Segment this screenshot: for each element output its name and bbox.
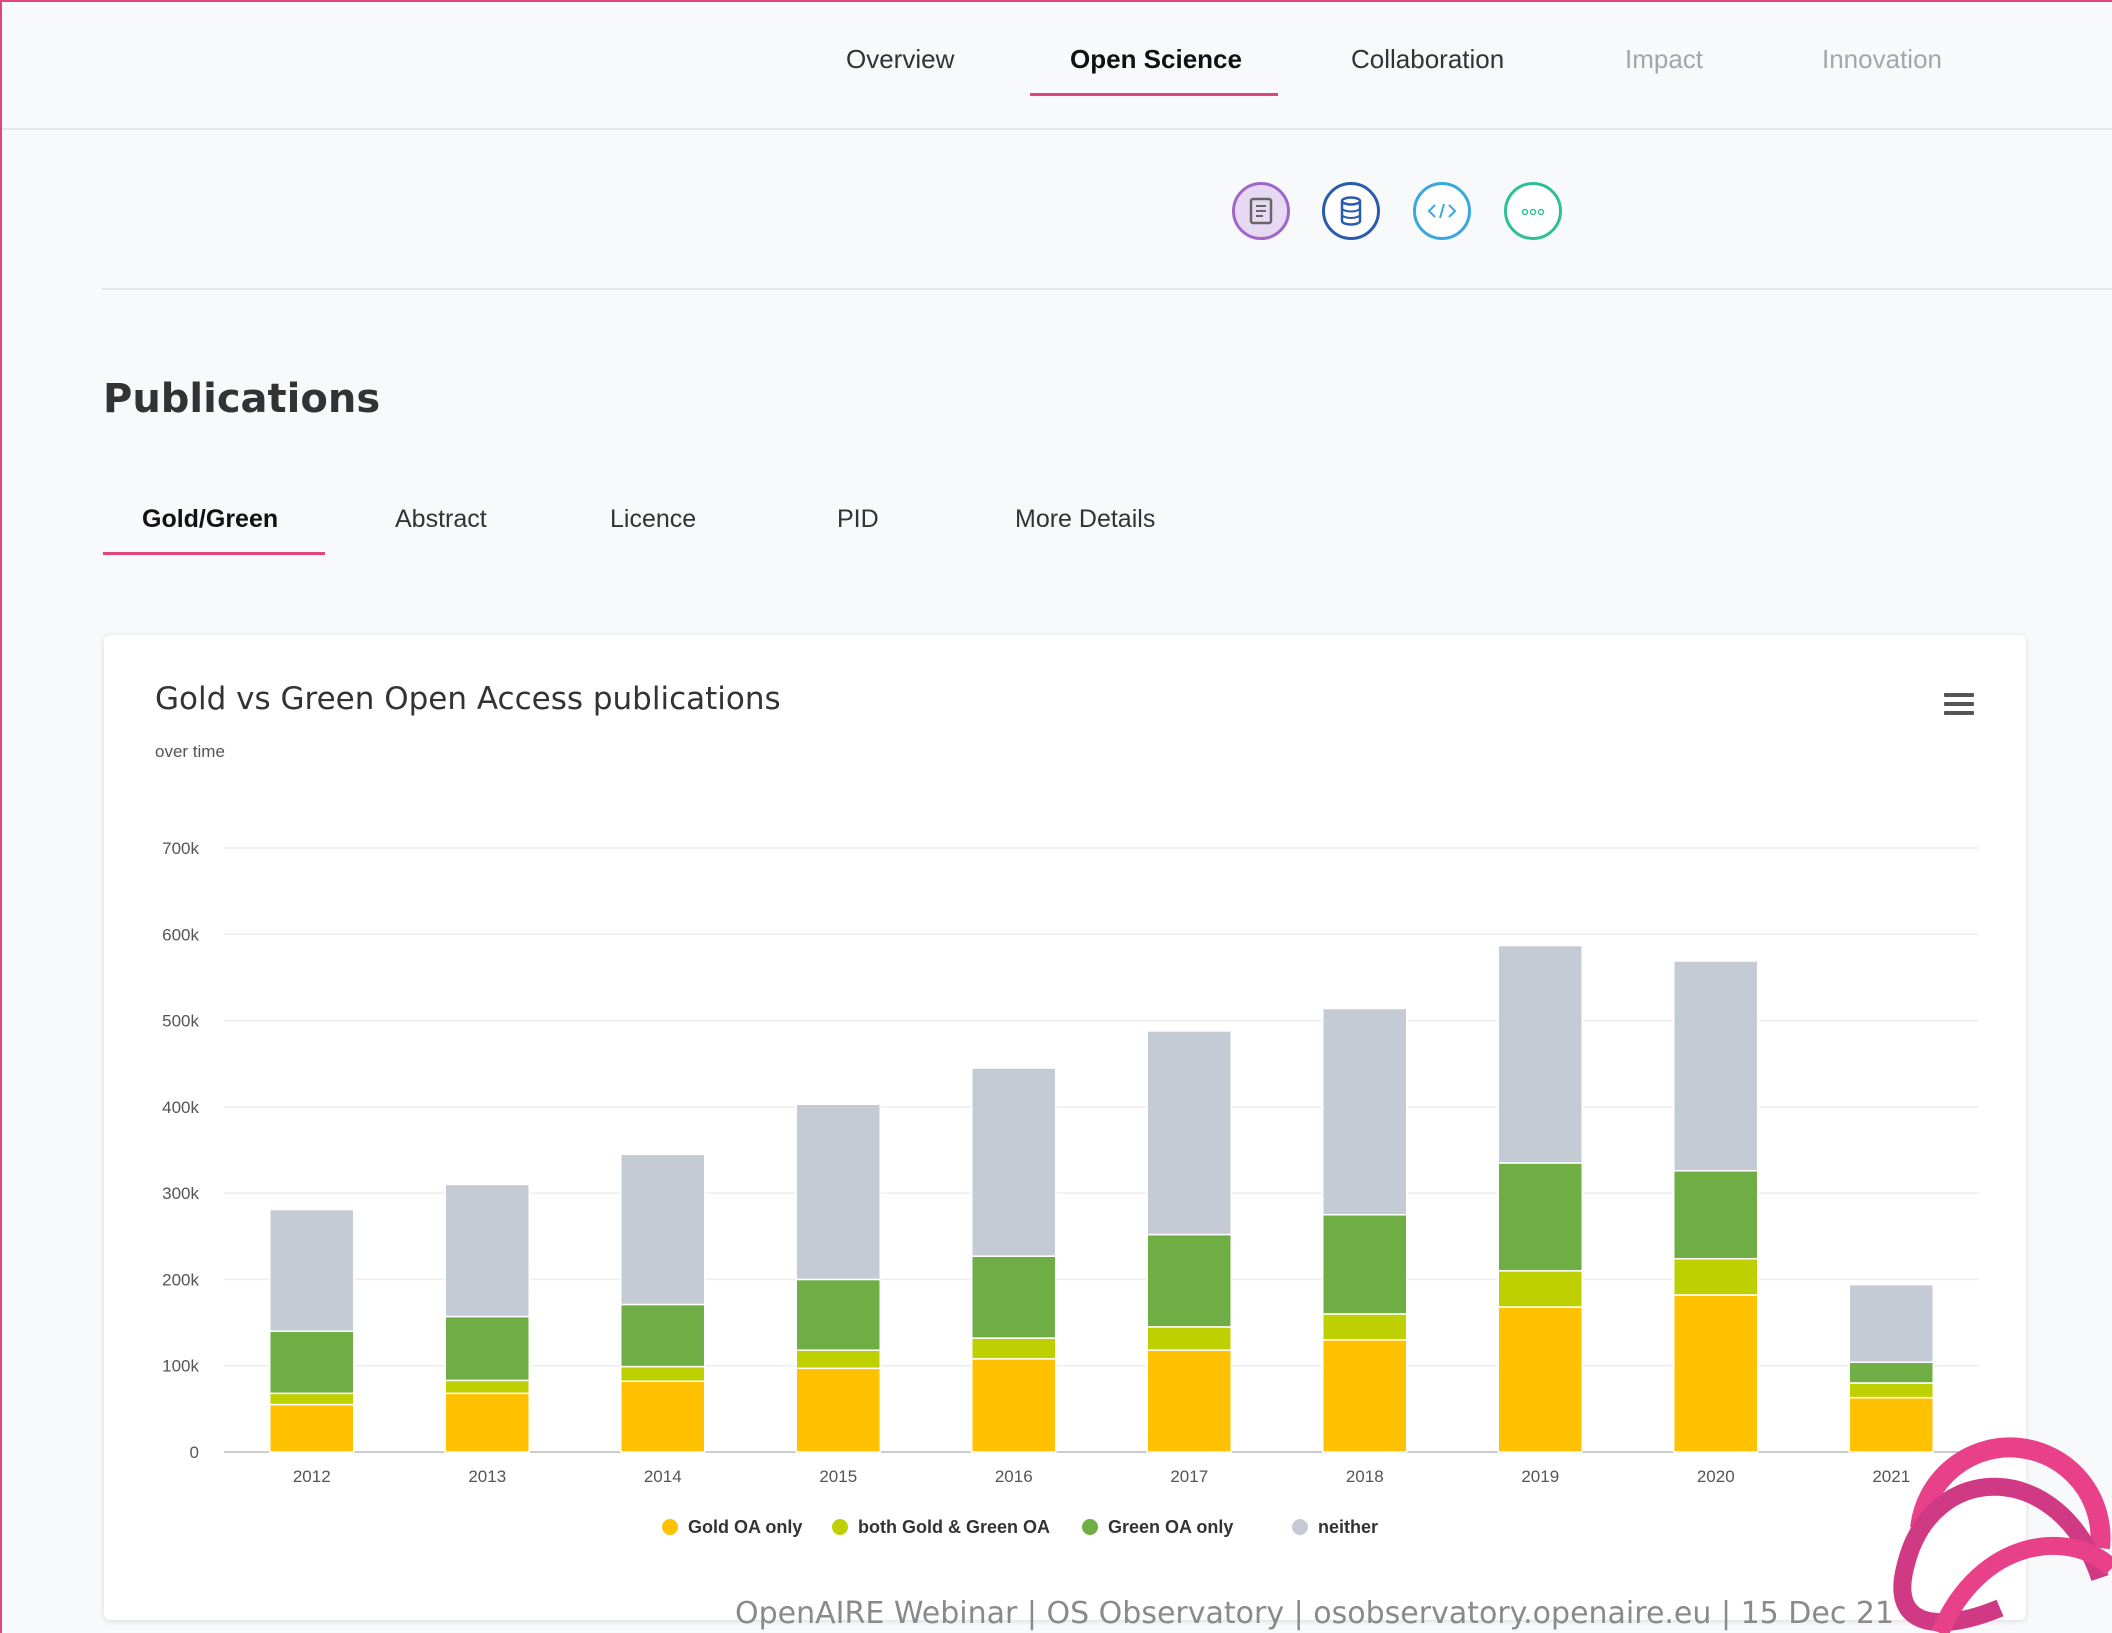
y-tick-label: 300k (162, 1184, 199, 1203)
y-tick-label: 0 (190, 1443, 199, 1462)
bar-segment (1848, 1361, 1934, 1384)
bar-segment (620, 1303, 706, 1368)
page-frame: Overview Open Science Collaboration Impa… (0, 0, 2112, 1633)
top-navigation: Overview Open Science Collaboration Impa… (2, 2, 2112, 130)
bar-segment (444, 1183, 530, 1318)
x-tick-label: 2018 (1346, 1467, 1384, 1486)
bar-segment (1146, 1349, 1232, 1453)
section-title: Publications (103, 376, 381, 422)
active-tab-indicator (1030, 93, 1278, 96)
legend-item: Gold OA only (688, 1517, 802, 1537)
x-tick-label: 2019 (1521, 1467, 1559, 1486)
bar-segment (1146, 1030, 1232, 1236)
bar-segment (620, 1380, 706, 1453)
x-tick-label: 2014 (644, 1467, 682, 1486)
bar-segment (795, 1367, 881, 1453)
subtab-licence[interactable]: Licence (610, 505, 696, 534)
x-tick-label: 2016 (995, 1467, 1033, 1486)
publications-icon[interactable] (1232, 182, 1290, 240)
bar-segment (1497, 1162, 1583, 1272)
nav-tab-innovation: Innovation (1822, 44, 1942, 74)
bar-segment (1146, 1326, 1232, 1351)
y-tick-label: 500k (162, 1012, 199, 1031)
bar-segment (795, 1278, 881, 1351)
y-tick-label: 600k (162, 925, 199, 944)
bar-segment (1322, 1339, 1408, 1453)
bar-segment (971, 1337, 1057, 1360)
software-icon[interactable] (1413, 182, 1471, 240)
y-tick-label: 700k (162, 839, 199, 858)
x-tick-label: 2013 (468, 1467, 506, 1486)
bar-segment (620, 1365, 706, 1382)
y-tick-label: 200k (162, 1270, 199, 1289)
bar-segment (269, 1330, 355, 1395)
nav-tab-open-science[interactable]: Open Science (1070, 44, 1242, 75)
bar-segment (1848, 1382, 1934, 1399)
legend-item: Green OA only (1108, 1517, 1233, 1537)
legend-marker (1082, 1519, 1098, 1535)
footer-caption: OpenAIRE Webinar | OS Observatory | osob… (735, 1596, 1895, 1631)
bar-segment (1322, 1313, 1408, 1341)
bar-segment (1322, 1007, 1408, 1216)
active-subtab-indicator (103, 552, 325, 555)
nav-tab-collaboration[interactable]: Collaboration (1351, 44, 1504, 75)
datasets-icon[interactable] (1322, 182, 1380, 240)
legend-marker (832, 1519, 848, 1535)
bar-segment (444, 1392, 530, 1453)
bar-segment (269, 1403, 355, 1453)
bar-segment (795, 1103, 881, 1281)
bar-segment (620, 1153, 706, 1306)
y-tick-label: 100k (162, 1357, 199, 1376)
nav-tab-impact: Impact (1625, 44, 1704, 74)
bar-segment (444, 1315, 530, 1382)
bar-segment (269, 1208, 355, 1332)
bar-segment (1848, 1283, 1934, 1364)
x-tick-label: 2012 (293, 1467, 331, 1486)
legend-marker (662, 1519, 678, 1535)
bar-segment (1497, 1270, 1583, 1308)
bar-segment (1146, 1233, 1232, 1328)
bar-segment (1497, 1306, 1583, 1453)
legend-marker (1292, 1519, 1308, 1535)
nav-tab-overview[interactable]: Overview (846, 44, 954, 75)
gold-green-bar-chart: 0 100k 200k 300k 400k 500k 600k 700k 2012 2013 201… (162, 839, 1979, 1537)
y-tick-label: 400k (162, 1098, 199, 1117)
legend-item: both Gold & Green OA (858, 1517, 1050, 1537)
bar-segment (1497, 944, 1583, 1164)
bar-segment (795, 1349, 881, 1370)
bar-segment (444, 1379, 530, 1395)
subtab-more-details[interactable]: More Details (1015, 505, 1155, 534)
subtab-abstract[interactable]: Abstract (395, 505, 487, 534)
subtab-pid[interactable]: PID (837, 505, 879, 534)
section-divider (102, 288, 2112, 290)
bar-segment (269, 1392, 355, 1406)
other-products-icon[interactable] (1504, 182, 1562, 240)
bar-segment (1673, 1294, 1759, 1453)
chart-card: Gold vs Green Open Access publications o… (104, 635, 2026, 1620)
bar-segment (971, 1358, 1057, 1453)
subtab-gold-green[interactable]: Gold/Green (142, 505, 278, 534)
bar-segment (1673, 1169, 1759, 1260)
legend-item: neither (1318, 1517, 1378, 1537)
bar-segment (1322, 1213, 1408, 1315)
bar-segment (1673, 960, 1759, 1172)
x-tick-label: 2017 (1170, 1467, 1208, 1486)
bar-segment (1673, 1257, 1759, 1296)
bar-segment (971, 1255, 1057, 1339)
openaire-logo (1893, 1437, 2112, 1633)
x-tick-label: 2015 (819, 1467, 857, 1486)
bar-segment (971, 1067, 1057, 1257)
x-tick-label: 2020 (1697, 1467, 1735, 1486)
